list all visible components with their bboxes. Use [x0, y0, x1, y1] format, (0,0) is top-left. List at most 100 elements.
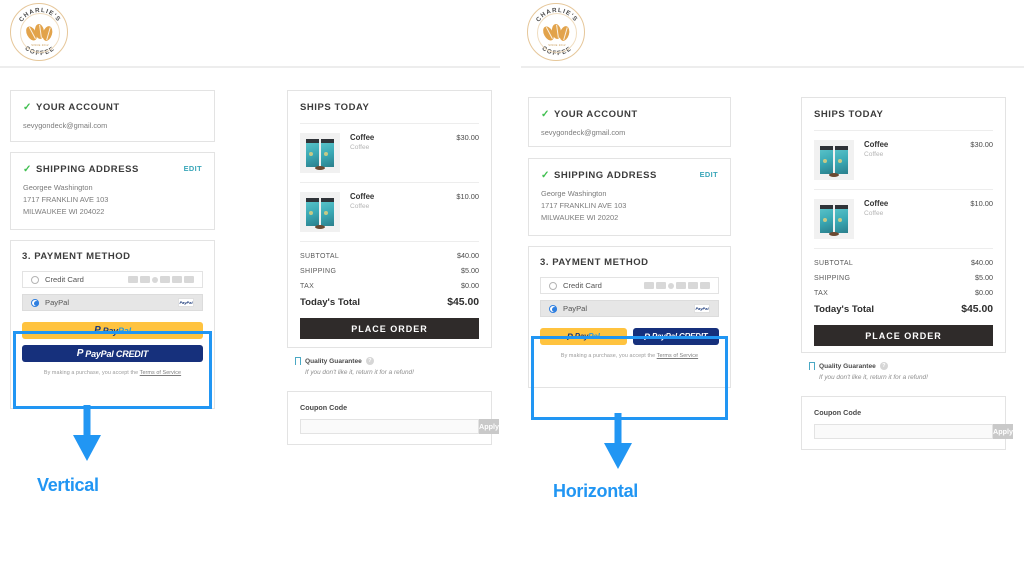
- shipping-line1-left: 1717 FRANKLIN AVE 103: [23, 194, 109, 204]
- summary-total-left: Today's Total $45.00: [300, 297, 479, 308]
- paypal-radio-left[interactable]: [31, 298, 39, 307]
- summary-title-left: SHIPS TODAY: [300, 102, 370, 113]
- help-icon[interactable]: ?: [365, 357, 374, 365]
- quality-guarantee-right: Quality Guarantee ? If you don't like it…: [808, 362, 1004, 381]
- order-summary-right: SHIPS TODAY Coffee Coffee $30.00 Coffee …: [801, 97, 1006, 353]
- summary-item-right-1: Coffee Coffee $10.00: [814, 190, 993, 248]
- account-title-right: ✓ YOUR ACCOUNT: [541, 109, 638, 120]
- annotation-label-horizontal: Horizontal: [553, 481, 638, 501]
- account-title-left: ✓ YOUR ACCOUNT: [23, 102, 120, 113]
- card-brand-icons-right: [644, 282, 710, 289]
- paypal-label-right: PayPal: [563, 304, 588, 313]
- shipping-title-right: ✓ SHIPPING ADDRESS: [541, 170, 657, 181]
- account-check-icon: ✓: [541, 109, 550, 120]
- shipping-line2-left: MILWAUKEE WI 204022: [23, 206, 105, 216]
- coffee-beans-icon: [541, 22, 571, 42]
- payment-title-left: 3. PAYMENT METHOD: [22, 251, 131, 262]
- discover-icon: [160, 276, 170, 283]
- credit-card-radio-left[interactable]: [31, 275, 39, 284]
- visa-icon: [644, 282, 654, 289]
- shipping-name-right: George Washington: [541, 189, 607, 198]
- credit-card-label-right: Credit Card: [563, 281, 602, 290]
- summary-item-left-1: Coffee Coffee $10.00: [300, 183, 479, 241]
- shipping-edit-link-right[interactable]: EDIT: [700, 170, 718, 179]
- product-thumbnail: [300, 192, 340, 232]
- place-order-button-left[interactable]: PLACE ORDER: [300, 318, 479, 339]
- credit-card-label-left: Credit Card: [45, 275, 84, 284]
- logo-inner-ring: SINCE 2012: [537, 13, 577, 53]
- item-variant: Coffee: [864, 210, 884, 217]
- paypal-logo-badge-left: PayPal: [178, 298, 194, 307]
- bookmark-icon: [808, 362, 817, 374]
- arrow-down-vertical: [73, 405, 101, 461]
- annotation-label-vertical: Vertical: [37, 475, 99, 495]
- shipping-edit-link-left[interactable]: EDIT: [184, 164, 202, 173]
- account-check-icon: ✓: [23, 102, 32, 113]
- summary-line-subtotal-right: SUBTOTAL $40.00: [814, 258, 993, 267]
- coupon-label-right: Coupon Code: [814, 408, 862, 417]
- brand-logo-left: CHARLIE'S COFFEE SINCE 2012: [10, 3, 68, 61]
- coupon-card-right: Coupon Code Apply: [801, 396, 1013, 450]
- product-thumbnail: [814, 140, 854, 180]
- item-variant: Coffee: [350, 203, 370, 210]
- highlight-box-horizontal: [531, 336, 728, 420]
- account-card-right: ✓ YOUR ACCOUNT sevygondeck@gmail.com: [528, 97, 731, 147]
- shipping-card-right: ✓ SHIPPING ADDRESS EDIT George Washington…: [528, 158, 731, 236]
- coupon-apply-button-right[interactable]: Apply: [993, 424, 1013, 439]
- paypal-option-right[interactable]: PayPal PayPal: [540, 300, 719, 317]
- paypal-logo-badge-right: PayPal: [694, 304, 710, 313]
- logo-since-text: SINCE 2012: [548, 44, 566, 47]
- paypal-label-left: PayPal: [45, 298, 70, 307]
- jcb-icon: [688, 282, 698, 289]
- credit-card-option-right[interactable]: Credit Card: [540, 277, 719, 294]
- coupon-card-left: Coupon Code Apply: [287, 391, 499, 445]
- help-icon[interactable]: ?: [879, 362, 888, 370]
- summary-line-tax-right: TAX $0.00: [814, 288, 993, 297]
- coupon-input-right[interactable]: [814, 424, 993, 439]
- summary-title-right: SHIPS TODAY: [814, 109, 884, 120]
- summary-total-right: Today's Total $45.00: [814, 304, 993, 315]
- coupon-label-left: Coupon Code: [300, 403, 348, 412]
- item-name: Coffee: [350, 192, 375, 201]
- diners-icon: [184, 276, 194, 283]
- credit-card-radio-right[interactable]: [549, 281, 557, 290]
- header-divider-right: [521, 66, 1024, 68]
- item-name: Coffee: [350, 133, 375, 142]
- paypal-radio-right[interactable]: [549, 304, 557, 313]
- item-price: $30.00: [970, 140, 993, 149]
- credit-card-option-left[interactable]: Credit Card: [22, 271, 203, 288]
- paypal-option-left[interactable]: PayPal PayPal: [22, 294, 203, 311]
- shipping-name-left: Georgee Washington: [23, 183, 93, 192]
- discover-icon: [676, 282, 686, 289]
- coffee-beans-icon: [24, 22, 54, 42]
- place-order-button-right[interactable]: PLACE ORDER: [814, 325, 993, 346]
- summary-line-shipping-right: SHIPPING $5.00: [814, 273, 993, 282]
- summary-line-tax-left: TAX $0.00: [300, 281, 479, 290]
- item-price: $10.00: [970, 199, 993, 208]
- order-summary-left: SHIPS TODAY Coffee Coffee $30.00 Coffee …: [287, 90, 492, 348]
- shipping-check-icon: ✓: [541, 170, 550, 181]
- item-variant: Coffee: [350, 144, 370, 151]
- logo-since-text: SINCE 2012: [31, 44, 49, 47]
- summary-line-subtotal-left: SUBTOTAL $40.00: [300, 251, 479, 260]
- shipping-line1-right: 1717 FRANKLIN AVE 103: [541, 200, 627, 210]
- item-name: Coffee: [864, 199, 889, 208]
- item-price: $10.00: [456, 192, 479, 201]
- summary-line-shipping-left: SHIPPING $5.00: [300, 266, 479, 275]
- logo-inner-ring: SINCE 2012: [20, 13, 60, 53]
- jcb-icon: [172, 276, 182, 283]
- screenshot-root: CHARLIE'S COFFEE SINCE 2012 ✓ YOUR ACCOUN…: [0, 0, 1024, 571]
- shipping-title-left: ✓ SHIPPING ADDRESS: [23, 164, 139, 175]
- arrow-down-horizontal: [604, 413, 632, 469]
- coupon-apply-button-left[interactable]: Apply: [479, 419, 499, 434]
- guarantee-subtitle: If you don't like it, return it for a re…: [819, 374, 928, 381]
- shipping-line2-right: MILWAUKEE WI 20202: [541, 212, 619, 222]
- card-brand-icons-left: [128, 276, 194, 283]
- account-email-left: sevygondeck@gmail.com: [23, 121, 108, 130]
- shipping-check-icon: ✓: [23, 164, 32, 175]
- guarantee-title: Quality Guarantee: [305, 357, 362, 365]
- amex-icon: [152, 276, 158, 283]
- coupon-input-left[interactable]: [300, 419, 479, 434]
- item-variant: Coffee: [864, 151, 884, 158]
- mastercard-icon: [140, 276, 150, 283]
